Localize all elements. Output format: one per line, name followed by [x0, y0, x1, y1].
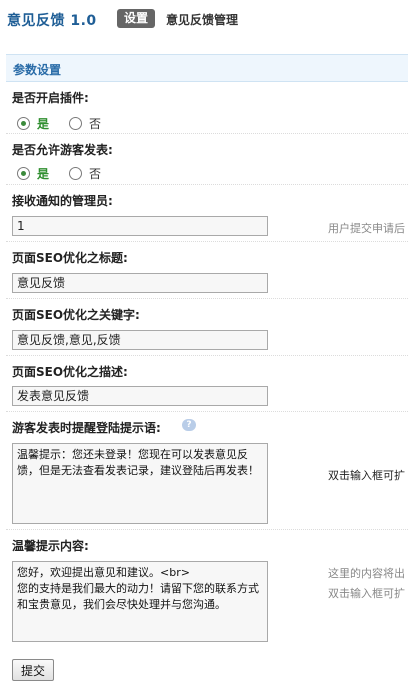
- tip-content-hint-1: 这里的内容将出: [328, 567, 405, 580]
- row-seo-title: 页面SEO优化之标题: 意见反馈: [6, 242, 408, 299]
- tip-content-textarea[interactable]: 您好，欢迎提出意见和建议。<br> 您的支持是我们最大的动力！请留下您的联系方式…: [12, 561, 268, 642]
- tip-content-label: 温馨提示内容:: [12, 539, 89, 553]
- allow-guest-yes-label[interactable]: 是: [37, 165, 49, 182]
- seo-title-input[interactable]: 意见反馈: [12, 273, 268, 293]
- seo-description-input[interactable]: 发表意见反馈: [12, 386, 268, 406]
- allow-guest-label: 是否允许游客发表:: [12, 143, 113, 157]
- tab-settings[interactable]: 设置: [117, 9, 156, 28]
- admin-hint: 用户提交申请后: [328, 222, 405, 235]
- enable-plugin-yes-label[interactable]: 是: [37, 115, 49, 132]
- enable-plugin-no-label[interactable]: 否: [89, 115, 101, 132]
- seo-title-label: 页面SEO优化之标题:: [12, 251, 128, 265]
- row-seo-keywords: 页面SEO优化之关键字: 意见反馈,意见,反馈: [6, 299, 408, 356]
- admin-label: 接收通知的管理员:: [12, 194, 113, 208]
- guest-login-tip-hint: 双击输入框可扩: [328, 469, 405, 482]
- tip-content-hint-2: 双击输入框可扩: [328, 587, 405, 600]
- admin-input[interactable]: 1: [12, 216, 268, 236]
- row-guest-login-tip: 游客发表时提醒登陆提示语: ? 温馨提示：您还未登录！您现在可以发表意见反馈，但…: [6, 412, 408, 530]
- enable-plugin-radio-group: 是 否: [17, 115, 101, 132]
- header: 意见反馈 1.0 设置 意见反馈管理: [0, 0, 408, 38]
- enable-plugin-yes-radio[interactable]: [17, 117, 30, 130]
- guest-login-tip-label: 游客发表时提醒登陆提示语:: [12, 421, 161, 435]
- section-header: 参数设置: [6, 54, 408, 82]
- help-icon[interactable]: ?: [182, 419, 196, 431]
- submit-button[interactable]: 提交: [12, 659, 54, 681]
- guest-login-tip-textarea[interactable]: 温馨提示：您还未登录！您现在可以发表意见反馈，但是无法查看发表记录，建议登陆后再…: [12, 443, 268, 524]
- enable-plugin-label: 是否开启插件:: [12, 91, 89, 105]
- allow-guest-radio-group: 是 否: [17, 165, 101, 182]
- seo-keywords-label: 页面SEO优化之关键字:: [12, 308, 140, 322]
- row-seo-description: 页面SEO优化之描述: 发表意见反馈: [6, 356, 408, 412]
- app-title: 意见反馈 1.0: [7, 13, 97, 29]
- seo-keywords-input[interactable]: 意见反馈,意见,反馈: [12, 330, 268, 350]
- allow-guest-yes-radio[interactable]: [17, 167, 30, 180]
- section-title: 参数设置: [13, 63, 62, 77]
- row-admin: 接收通知的管理员: 1 用户提交申请后: [6, 185, 408, 242]
- row-enable-plugin: 是否开启插件: 是 否: [6, 82, 408, 134]
- row-allow-guest: 是否允许游客发表: 是 否: [6, 134, 408, 185]
- seo-description-label: 页面SEO优化之描述:: [12, 365, 128, 379]
- allow-guest-no-label[interactable]: 否: [89, 165, 101, 182]
- row-tip-content: 温馨提示内容: 您好，欢迎提出意见和建议。<br> 您的支持是我们最大的动力！请…: [6, 530, 408, 648]
- enable-plugin-no-radio[interactable]: [69, 117, 83, 130]
- allow-guest-no-radio[interactable]: [69, 167, 83, 180]
- manage-link[interactable]: 意见反馈管理: [166, 11, 238, 28]
